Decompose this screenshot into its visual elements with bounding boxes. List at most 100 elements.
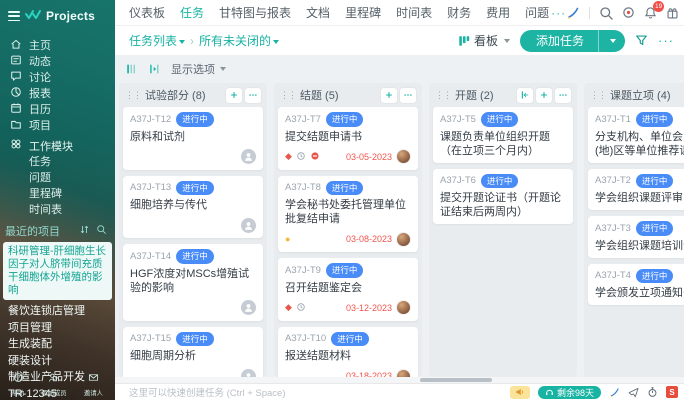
task-card[interactable]: A37J-T2进行中学会组织课题评审 bbox=[588, 169, 684, 211]
project-item-selected[interactable]: 科研管理-肝细胞生长因子对人脐带间充质干细胞体外增殖的影响 bbox=[3, 242, 112, 300]
collapse-column-button[interactable] bbox=[517, 88, 533, 103]
assignee-avatar[interactable] bbox=[396, 369, 411, 378]
task-card[interactable]: A37J-T10进行中报送结题材料03-18-2023 bbox=[278, 327, 418, 378]
assignee-avatar[interactable] bbox=[396, 149, 411, 164]
sidebar-subitem-1[interactable]: 问题 bbox=[0, 170, 115, 186]
drag-handle-icon[interactable]: ⋮⋮ bbox=[125, 90, 141, 101]
view-switcher[interactable]: 看板 bbox=[458, 32, 510, 49]
tab-0[interactable]: 仪表板 bbox=[129, 4, 165, 21]
sidebar-item-4[interactable]: 日历 bbox=[0, 101, 115, 117]
tab-5[interactable]: 时间表 bbox=[396, 4, 432, 21]
search-icon[interactable] bbox=[599, 6, 613, 20]
filter-icon[interactable] bbox=[635, 34, 648, 47]
sidebar-item-1[interactable]: 动态 bbox=[0, 53, 115, 69]
tabs-more-button[interactable]: ··· bbox=[551, 6, 566, 20]
task-card[interactable]: A37J-T5进行中课题负责单位组织开题（在立项三个月内） bbox=[433, 107, 573, 163]
project-item[interactable]: 硬装设计 bbox=[0, 353, 115, 370]
help-icon: ? bbox=[13, 370, 24, 388]
project-item[interactable]: 生成装配 bbox=[0, 336, 115, 353]
task-card[interactable]: A37J-T15进行中细胞周期分析 bbox=[123, 327, 263, 378]
card-header-row: A37J-T1进行中 bbox=[595, 112, 684, 127]
tab-2[interactable]: 甘特图与报表 bbox=[219, 4, 291, 21]
assignee-avatar[interactable] bbox=[241, 149, 256, 164]
collapse-left-icon[interactable] bbox=[125, 63, 138, 75]
collapse-right-icon[interactable] bbox=[148, 63, 161, 75]
assignee-avatar[interactable] bbox=[396, 232, 411, 247]
task-card[interactable]: A37J-T6进行中提交开题论证书（开题论证结束后两周内） bbox=[433, 169, 573, 225]
tab-1[interactable]: 任务 bbox=[180, 4, 204, 21]
column-title: 开题 (2) bbox=[455, 87, 494, 103]
sidebar-item-label: 主页 bbox=[29, 37, 51, 53]
task-list-selector[interactable]: 任务列表 bbox=[129, 32, 185, 49]
card-meta-row: ◆03-05-2023 bbox=[285, 149, 411, 165]
paper-plane-icon[interactable] bbox=[628, 387, 639, 398]
column-more-button[interactable] bbox=[245, 88, 261, 103]
sidebar-work-section[interactable]: 工作模块 bbox=[0, 137, 115, 154]
filter-selector[interactable]: 所有未关闭的 bbox=[199, 32, 279, 49]
sort-icon[interactable] bbox=[79, 224, 90, 238]
stopwatch-icon[interactable] bbox=[647, 386, 658, 398]
column-more-button[interactable] bbox=[555, 88, 571, 103]
drag-handle-icon[interactable]: ⋮⋮ bbox=[280, 90, 296, 101]
board-toolbar: 任务列表 › 所有未关闭的 看板 添加任务 ··· bbox=[115, 26, 684, 55]
task-card[interactable]: A37J-T9进行中召开结题鉴定会◆03-12-2023 bbox=[278, 258, 418, 321]
task-id: A37J-T4 bbox=[595, 270, 631, 281]
project-item[interactable]: 项目管理 bbox=[0, 320, 115, 337]
gift-icon[interactable] bbox=[666, 6, 679, 20]
assignee-avatar[interactable] bbox=[241, 369, 256, 378]
add-card-button[interactable] bbox=[381, 88, 397, 103]
trial-days-button[interactable]: 剩余98天 bbox=[538, 386, 601, 399]
sidebar-subitem-2[interactable]: 里程碑 bbox=[0, 186, 115, 202]
sidebar-item-5[interactable]: 项目 bbox=[0, 117, 115, 133]
task-card[interactable]: A37J-T14进行中HGF浓度对MSCs增殖试验的影响 bbox=[123, 244, 263, 321]
sidebar-item-2[interactable]: 讨论 bbox=[0, 69, 115, 85]
scrollbar-thumb[interactable] bbox=[420, 378, 492, 382]
bell-icon[interactable]: 19 bbox=[644, 6, 657, 20]
tab-7[interactable]: 费用 bbox=[486, 4, 510, 21]
task-title: 课题负责单位组织开题（在立项三个月内） bbox=[440, 130, 566, 158]
tab-6[interactable]: 财务 bbox=[447, 4, 471, 21]
invite-button[interactable]: 邀请人 bbox=[83, 370, 104, 398]
sidebar-item-0[interactable]: 主页 bbox=[0, 37, 115, 53]
task-card[interactable]: A37J-T4进行中学会颁发立项通知书 bbox=[588, 264, 684, 306]
add-card-button[interactable] bbox=[536, 88, 552, 103]
sidebar-item-3[interactable]: 报表 bbox=[0, 85, 115, 101]
sidebar-subitem-3[interactable]: 时间表 bbox=[0, 202, 115, 218]
sidebar-subitem-0[interactable]: 任务 bbox=[0, 154, 115, 170]
announcement-button[interactable] bbox=[510, 386, 530, 399]
tab-8[interactable]: 问题 bbox=[525, 4, 549, 21]
task-card[interactable]: A37J-T12进行中原料和试剂 bbox=[123, 107, 263, 170]
tab-3[interactable]: 文档 bbox=[306, 4, 330, 21]
quick-create-input[interactable]: 这里可以快速创建任务 (Ctrl + Space) bbox=[129, 385, 502, 399]
toolbar-more-button[interactable]: ··· bbox=[658, 33, 674, 48]
target-icon[interactable] bbox=[622, 6, 635, 19]
pen-icon[interactable] bbox=[566, 6, 580, 20]
drag-handle-icon[interactable]: ⋮⋮ bbox=[590, 90, 606, 101]
task-card[interactable]: A37J-T7进行中提交结题申请书◆03-05-2023 bbox=[278, 107, 418, 170]
column-more-button[interactable] bbox=[400, 88, 416, 103]
task-card[interactable]: A37J-T8进行中学会秘书处委托管理单位批复结申请●03-08-2023 bbox=[278, 176, 418, 253]
add-card-button[interactable] bbox=[226, 88, 242, 103]
status-badge: 进行中 bbox=[636, 112, 674, 127]
add-task-button[interactable]: 添加任务 bbox=[520, 30, 625, 52]
assignee-avatar[interactable] bbox=[396, 300, 411, 315]
assignee-avatar[interactable] bbox=[241, 218, 256, 233]
add-task-dropdown[interactable] bbox=[598, 30, 625, 52]
help-button[interactable]: ?帮助 bbox=[11, 370, 25, 398]
user-plus-button[interactable]: 添加成员 bbox=[40, 370, 68, 398]
sidebar-header: Projects bbox=[0, 0, 115, 31]
assignee-avatar[interactable] bbox=[241, 300, 256, 315]
status-badge: 进行中 bbox=[636, 221, 674, 236]
search-projects-icon[interactable] bbox=[96, 224, 107, 238]
display-options-button[interactable]: 显示选项 bbox=[171, 61, 226, 77]
status-badge: 进行中 bbox=[326, 112, 364, 127]
task-card[interactable]: A37J-T13进行中细胞培养与传代 bbox=[123, 176, 263, 239]
task-card[interactable]: A37J-T1进行中分支机构、单位会员、省(地)区等单位推荐课题 bbox=[588, 107, 684, 163]
menu-icon[interactable] bbox=[8, 11, 20, 21]
tab-4[interactable]: 里程碑 bbox=[345, 4, 381, 21]
task-card[interactable]: A37J-T3进行中学会组织课题培训会 bbox=[588, 216, 684, 258]
service-logo-icon[interactable]: S bbox=[666, 386, 678, 398]
pen-small-icon[interactable] bbox=[609, 387, 620, 398]
drag-handle-icon[interactable]: ⋮⋮ bbox=[435, 90, 451, 101]
project-item[interactable]: 餐饮连锁店管理 bbox=[0, 303, 115, 320]
